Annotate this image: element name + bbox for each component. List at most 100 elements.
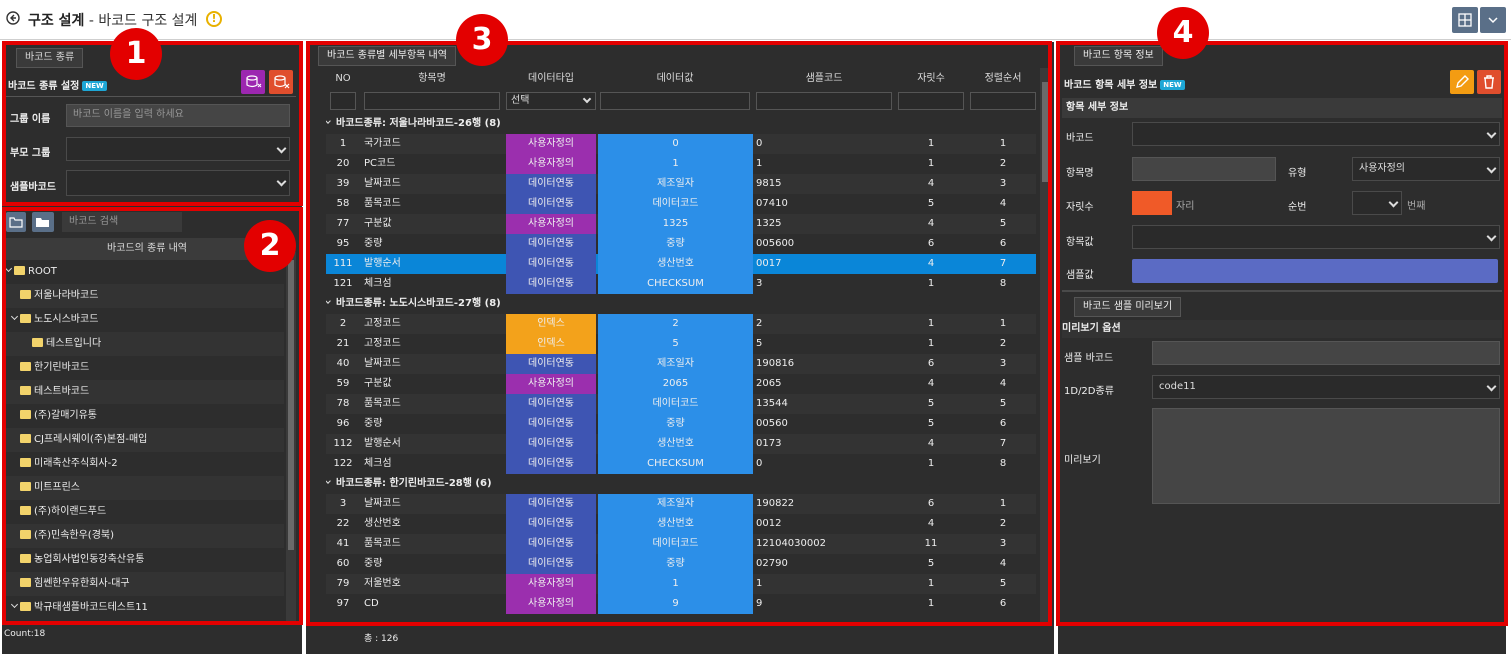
tree-item[interactable]: (주)민속한우(경북) bbox=[6, 524, 284, 548]
filter-item-name[interactable] bbox=[364, 92, 500, 110]
column-header[interactable]: NO bbox=[326, 68, 360, 90]
item-name-input[interactable] bbox=[1132, 157, 1276, 181]
tree-item[interactable]: 테스트입니다 bbox=[6, 332, 284, 356]
edit-button[interactable] bbox=[1450, 70, 1474, 94]
scrollbar-thumb[interactable] bbox=[288, 260, 294, 550]
filter-digits[interactable] bbox=[898, 92, 964, 110]
digits-input[interactable] bbox=[1132, 191, 1172, 215]
collapse-arrow-icon[interactable] bbox=[326, 478, 331, 484]
column-header[interactable]: 정렬순서 bbox=[970, 68, 1036, 90]
tree-scrollbar[interactable] bbox=[286, 252, 296, 622]
table-row[interactable]: 111 발행순서 데이터연동 생산번호 0017 4 7 bbox=[326, 254, 1036, 274]
tree-item[interactable]: (주)하이랜드푸드 bbox=[6, 500, 284, 524]
table-row[interactable]: 95 중량 데이터연동 중량 005600 6 6 bbox=[326, 234, 1036, 254]
add-barcode-type-button[interactable] bbox=[241, 70, 265, 94]
open-folder-button[interactable] bbox=[32, 212, 54, 232]
group-title: 바코드종류: 한기린바코드-28행 (6) bbox=[336, 478, 492, 489]
group-name-input[interactable]: 바코드 이름을 입력 하세요 bbox=[66, 104, 290, 127]
layout-dropdown-button[interactable] bbox=[1480, 7, 1506, 33]
warning-icon[interactable]: ! bbox=[206, 11, 222, 27]
tree-item[interactable]: 미래축산주식회사-2 bbox=[6, 452, 284, 476]
tree-item[interactable]: ROOT bbox=[4, 260, 284, 284]
table-row[interactable]: 22 생산번호 데이터연동 생산번호 0012 4 2 bbox=[326, 514, 1036, 534]
tab-barcode-type[interactable]: 바코드 종류 bbox=[16, 48, 84, 68]
expand-arrow-icon[interactable] bbox=[4, 264, 13, 273]
collapse-arrow-icon[interactable] bbox=[326, 298, 331, 304]
tree-item[interactable]: 농업회사법인동강축산유통 bbox=[6, 548, 284, 572]
column-header[interactable]: 항목명 bbox=[364, 68, 500, 90]
cell-sample-code: 9815 bbox=[756, 178, 782, 189]
sample-barcode-select[interactable] bbox=[66, 170, 290, 196]
tree-item[interactable]: 박규태샘플바코드테스트11 bbox=[6, 596, 284, 620]
table-row[interactable]: 1 국가코드 사용자정의 0 0 1 1 bbox=[326, 134, 1036, 154]
group-row[interactable]: 바코드종류: 한기린바코드-28행 (6) bbox=[326, 474, 1036, 494]
tab-item-details[interactable]: 바코드 종류별 세부항목 내역 bbox=[318, 46, 456, 66]
cell-data-value: 2065 bbox=[598, 374, 753, 394]
filter-no[interactable] bbox=[330, 92, 356, 110]
tree-item[interactable]: CJ프레시웨이(주)본점-매입 bbox=[6, 428, 284, 452]
delete-button[interactable] bbox=[1477, 70, 1501, 94]
table-row[interactable]: 58 품목코드 데이터연동 데이터코드 07410 5 4 bbox=[326, 194, 1036, 214]
filter-sample-code[interactable] bbox=[756, 92, 892, 110]
column-header[interactable]: 데이터값 bbox=[600, 68, 750, 90]
cell-item-name: 체크섬 bbox=[364, 458, 392, 469]
tree-item[interactable]: 노도시스바코드 bbox=[6, 308, 284, 332]
cell-item-name: 중량 bbox=[364, 558, 383, 569]
folder-icon bbox=[20, 289, 31, 299]
tab-item-info[interactable]: 바코드 항목 정보 bbox=[1074, 46, 1163, 66]
grid-scrollbar[interactable] bbox=[1040, 68, 1050, 622]
table-row[interactable]: 97 CD 사용자정의 9 9 1 6 bbox=[326, 594, 1036, 614]
filter-data-type[interactable]: 선택 bbox=[506, 92, 596, 110]
preview-sample-barcode-input[interactable] bbox=[1152, 341, 1500, 365]
tree-item[interactable]: (주)갈매기유통 bbox=[6, 404, 284, 428]
tree-item[interactable]: 저울나라바코드 bbox=[6, 284, 284, 308]
group-row[interactable]: 바코드종류: 저울나라바코드-26행 (8) bbox=[326, 114, 1036, 134]
barcode-select[interactable] bbox=[1132, 122, 1500, 146]
table-row[interactable]: 79 저울번호 사용자정의 1 1 1 5 bbox=[326, 574, 1036, 594]
table-row[interactable]: 78 품목코드 데이터연동 데이터코드 13544 5 5 bbox=[326, 394, 1036, 414]
type-select[interactable]: 사용자정의 bbox=[1352, 157, 1500, 181]
table-row[interactable]: 40 날짜코드 데이터연동 제조일자 190816 6 3 bbox=[326, 354, 1036, 374]
column-header[interactable]: 샘플코드 bbox=[756, 68, 892, 90]
code-type-select[interactable]: code11 bbox=[1152, 375, 1500, 399]
tree-item[interactable]: 한기린바코드 bbox=[6, 356, 284, 380]
filter-sort-order[interactable] bbox=[970, 92, 1036, 110]
table-row[interactable]: 59 구분값 사용자정의 2065 2065 4 4 bbox=[326, 374, 1036, 394]
table-row[interactable]: 39 날짜코드 데이터연동 제조일자 9815 4 3 bbox=[326, 174, 1036, 194]
order-stepper[interactable] bbox=[1352, 191, 1402, 215]
scrollbar-thumb[interactable] bbox=[1042, 82, 1048, 182]
item-value-select[interactable] bbox=[1132, 225, 1500, 249]
preview-area bbox=[1152, 408, 1500, 504]
filter-data-value[interactable] bbox=[600, 92, 750, 110]
table-row[interactable]: 112 발행순서 데이터연동 생산번호 0173 4 7 bbox=[326, 434, 1036, 454]
barcode-search-input[interactable]: 바코드 검색 bbox=[62, 212, 182, 232]
table-row[interactable]: 60 중량 데이터연동 중량 02790 5 4 bbox=[326, 554, 1036, 574]
table-row[interactable]: 122 체크섬 데이터연동 CHECKSUM 0 1 8 bbox=[326, 454, 1036, 474]
table-row[interactable]: 96 중량 데이터연동 중량 00560 5 6 bbox=[326, 414, 1036, 434]
table-row[interactable]: 3 날짜코드 데이터연동 제조일자 190822 6 1 bbox=[326, 494, 1036, 514]
tree-item[interactable]: 테스트바코드 bbox=[6, 380, 284, 404]
delete-barcode-type-button[interactable] bbox=[269, 70, 293, 94]
table-row[interactable]: 20 PC코드 사용자정의 1 1 1 2 bbox=[326, 154, 1036, 174]
group-row[interactable]: 바코드종류: 노도시스바코드-27행 (8) bbox=[326, 294, 1036, 314]
table-row[interactable]: 2 고정코드 인덱스 2 2 1 1 bbox=[326, 314, 1036, 334]
back-arrow-icon[interactable] bbox=[6, 11, 20, 25]
table-row[interactable]: 21 고정코드 인덱스 5 5 1 2 bbox=[326, 334, 1036, 354]
expand-arrow-icon[interactable] bbox=[10, 600, 19, 609]
parent-group-select[interactable] bbox=[66, 137, 290, 161]
collapse-arrow-icon[interactable] bbox=[326, 118, 331, 124]
table-row[interactable]: 77 구분값 사용자정의 1325 1325 4 5 bbox=[326, 214, 1036, 234]
table-row[interactable]: 121 체크섬 데이터연동 CHECKSUM 3 1 8 bbox=[326, 274, 1036, 294]
tab-sample-preview[interactable]: 바코드 샘플 미리보기 bbox=[1074, 297, 1182, 317]
tree-item[interactable]: 미트프린스 bbox=[6, 476, 284, 500]
folder-icon bbox=[20, 313, 31, 323]
folder-button[interactable] bbox=[6, 212, 26, 232]
tree-item[interactable]: 힘쎈한우유한회사-대구 bbox=[6, 572, 284, 596]
table-row[interactable]: 41 품목코드 데이터연동 데이터코드 12104030002 11 3 bbox=[326, 534, 1036, 554]
cell-item-name: 저울번호 bbox=[364, 578, 401, 589]
column-header[interactable]: 데이터타입 bbox=[506, 68, 596, 90]
layout-grid-button[interactable] bbox=[1452, 7, 1478, 33]
cell-data-type: 데이터연동 bbox=[506, 394, 596, 414]
expand-arrow-icon[interactable] bbox=[10, 312, 19, 321]
column-header[interactable]: 자릿수 bbox=[898, 68, 964, 90]
